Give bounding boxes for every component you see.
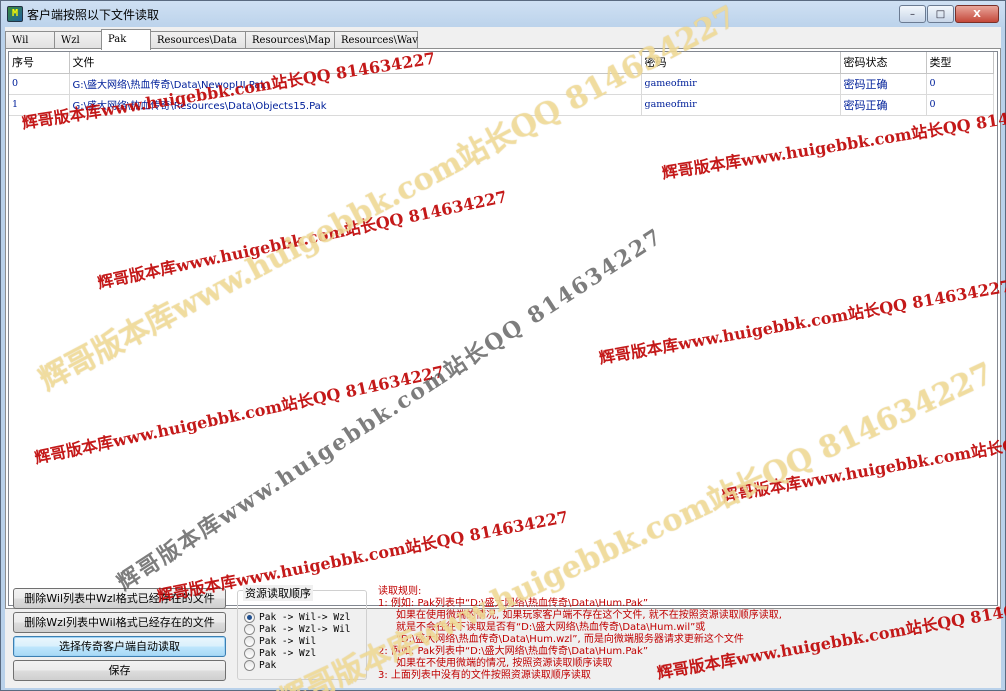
radio-icon[interactable] <box>244 623 255 635</box>
tab-strip: Wil Wzl Pak Resources\Data Resources\Map… <box>5 29 418 50</box>
save-button[interactable]: 保存 <box>13 660 226 681</box>
cell-status: 密码正确 <box>840 94 927 116</box>
bottom-panel: 删除Wil列表中Wzl格式已经存在的文件 删除Wzl列表中Wil格式已经存在的文… <box>5 584 1001 688</box>
window-controls: – □ X <box>899 5 999 23</box>
read-order-option[interactable]: Pak -> Wzl <box>244 647 316 659</box>
tab-pak[interactable]: Pak <box>101 29 151 50</box>
cell-index: 1 <box>9 94 70 116</box>
cell-password: gameofmir <box>641 73 841 95</box>
column-header-status[interactable]: 密码状态 <box>840 52 927 74</box>
read-order-option-label: Pak -> Wzl-> Wil <box>259 623 351 635</box>
cell-file: G:\盛大网络\热血传奇\Data\NewopUI.Pak <box>69 73 642 95</box>
radio-icon[interactable] <box>244 647 255 659</box>
read-order-option-label: Pak <box>259 659 277 671</box>
column-header-type[interactable]: 类型 <box>926 52 994 74</box>
table-row[interactable]: 1 G:\盛大网络\热血传奇\Resources\Data\Objects15.… <box>9 94 994 116</box>
minimize-button[interactable]: – <box>899 5 926 23</box>
rules-title: 读取规则: <box>378 586 422 597</box>
cell-type: 0 <box>926 73 994 95</box>
read-order-option-label: Pak -> Wil <box>259 635 317 647</box>
rules-line: 2: 例如: Pak列表中“D:\盛大网络\热血传奇\Data\Hum.Pak” <box>378 646 649 657</box>
column-header-file[interactable]: 文件 <box>69 52 642 74</box>
rules-line: 就是不会在往下读取是否有“D:\盛大网络\热血传奇\Data\Hum.wil”或 <box>396 622 706 633</box>
cell-index: 0 <box>9 73 70 95</box>
read-order-option[interactable]: Pak -> Wil <box>244 635 316 647</box>
window-title: 客户端按照以下文件读取 <box>27 8 160 22</box>
read-rules-text: 读取规则: 1: 例如: Pak列表中“D:\盛大网络\热血传奇\Data\Hu… <box>378 586 998 686</box>
read-order-group: 资源读取顺序 Pak -> Wil-> Wzl Pak -> Wzl-> Wil… <box>237 585 367 680</box>
read-order-option[interactable]: Pak <box>244 659 276 671</box>
read-order-title: 资源读取顺序 <box>243 585 313 601</box>
table-header-row: 序号 文件 密码 密码状态 类型 <box>9 52 994 74</box>
cell-file: G:\盛大网络\热血传奇\Resources\Data\Objects15.Pa… <box>69 94 642 116</box>
auto-read-client-button[interactable]: 选择传奇客户端自动读取 <box>13 636 226 657</box>
table-row[interactable]: 0 G:\盛大网络\热血传奇\Data\NewopUI.Pak gameofmi… <box>9 73 994 95</box>
cell-status: 密码正确 <box>840 73 927 95</box>
cell-password: gameofmir <box>641 94 841 116</box>
read-order-option[interactable]: Pak -> Wil-> Wzl <box>244 611 351 623</box>
column-header-password[interactable]: 密码 <box>641 52 841 74</box>
rules-line: 1: 例如: Pak列表中“D:\盛大网络\热血传奇\Data\Hum.Pak” <box>378 598 649 609</box>
rules-line: 如果在不使用微端的情况, 按照资源读取顺序读取 <box>396 658 613 669</box>
read-order-option-label: Pak -> Wzl <box>259 647 317 659</box>
radio-icon[interactable] <box>244 659 255 671</box>
delete-wil-duplicates-button[interactable]: 删除Wil列表中Wzl格式已经存在的文件 <box>13 588 226 609</box>
radio-selected-icon[interactable] <box>244 611 255 623</box>
file-list[interactable]: 序号 文件 密码 密码状态 类型 0 G:\盛大网络\热血传奇\Data\New… <box>8 51 998 606</box>
column-header-index[interactable]: 序号 <box>9 52 70 74</box>
app-icon: M <box>7 6 23 22</box>
cell-type: 0 <box>926 94 994 116</box>
tab-panel: 序号 文件 密码 密码状态 类型 0 G:\盛大网络\热血传奇\Data\New… <box>5 48 1001 609</box>
rules-line: “D:\盛大网络\热血传奇\Data\Hum.wzl”, 而是向微端服务器请求更… <box>396 634 744 645</box>
client-area: Wil Wzl Pak Resources\Data Resources\Map… <box>5 27 1001 688</box>
read-order-option-label: Pak -> Wil-> Wzl <box>259 611 351 623</box>
app-window: M 客户端按照以下文件读取 – □ X Wil Wzl Pak Resource… <box>0 0 1006 691</box>
file-table: 序号 文件 密码 密码状态 类型 0 G:\盛大网络\热血传奇\Data\New… <box>9 52 994 116</box>
title-bar[interactable]: M 客户端按照以下文件读取 – □ X <box>1 1 1005 27</box>
rules-line: 如果在使用微端的情况, 如果玩家客户端不存在这个文件, 就不在按照资源读取顺序读… <box>396 610 782 621</box>
read-order-option[interactable]: Pak -> Wzl-> Wil <box>244 623 351 635</box>
maximize-button[interactable]: □ <box>927 5 954 23</box>
close-button[interactable]: X <box>955 5 999 23</box>
delete-wzl-duplicates-button[interactable]: 删除Wzl列表中Wil格式已经存在的文件 <box>13 612 226 633</box>
rules-line: 3: 上面列表中没有的文件按照资源读取顺序读取 <box>378 670 591 681</box>
radio-icon[interactable] <box>244 635 255 647</box>
